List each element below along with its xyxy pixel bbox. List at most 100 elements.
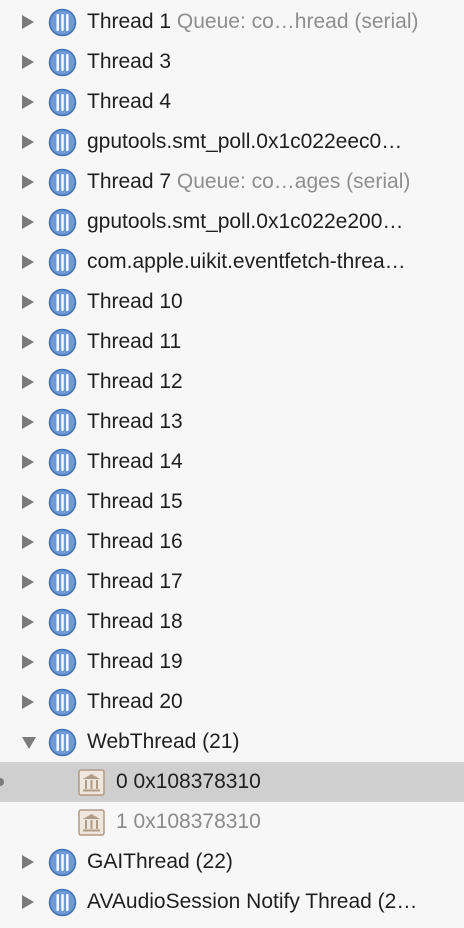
thread-name: Thread 4 [87, 90, 172, 113]
thread-name: gputools.smt_poll.0x1c022eec0… [87, 130, 403, 153]
disclosure-triangle-right-icon[interactable] [22, 255, 34, 269]
thread-row[interactable]: Thread 16 [0, 522, 464, 562]
disclosure-triangle-right-icon[interactable] [22, 175, 34, 189]
thread-label: Thread 3 [87, 42, 171, 82]
thread-icon [48, 328, 77, 357]
thread-label: Thread 17 [87, 562, 183, 602]
thread-icon [48, 848, 77, 877]
thread-label: GAIThread (22) [87, 842, 233, 882]
thread-label: Thread 14 [87, 442, 183, 482]
thread-row[interactable]: AVAudioSession Notify Thread (2… [0, 882, 464, 922]
thread-name: Thread 16 [87, 530, 183, 553]
thread-name: AVAudioSession Notify Thread (2… [87, 890, 418, 913]
thread-name: Thread 11 [87, 330, 182, 353]
thread-row[interactable]: gputools.smt_poll.0x1c022eec0… [0, 122, 464, 162]
thread-label: gputools.smt_poll.0x1c022e200… [87, 202, 403, 242]
thread-label: WebThread (21) [87, 722, 240, 762]
thread-name: Thread 10 [87, 290, 183, 313]
thread-name: Thread 15 [87, 490, 183, 513]
thread-icon [48, 888, 77, 917]
thread-label: Thread 20 [87, 682, 183, 722]
thread-icon [48, 368, 77, 397]
stack-frame-icon [78, 809, 105, 836]
thread-icon [48, 688, 77, 717]
disclosure-triangle-right-icon[interactable] [22, 15, 34, 29]
thread-icon [48, 8, 77, 37]
disclosure-triangle-right-icon[interactable] [22, 95, 34, 109]
disclosure-triangle-right-icon[interactable] [22, 495, 34, 509]
disclosure-triangle-right-icon[interactable] [22, 215, 34, 229]
thread-row[interactable]: Thread 11 [0, 322, 464, 362]
stack-frame-row[interactable]: 1 0x108378310 [0, 802, 464, 842]
thread-row[interactable]: gputools.smt_poll.0x1c022e200… [0, 202, 464, 242]
thread-label: Thread 7 Queue: co…ages (serial) [87, 162, 410, 202]
thread-row[interactable]: Thread 4 [0, 82, 464, 122]
disclosure-triangle-right-icon[interactable] [22, 695, 34, 709]
thread-label: Thread 19 [87, 642, 183, 682]
thread-icon [48, 208, 77, 237]
disclosure-triangle-right-icon[interactable] [22, 655, 34, 669]
thread-name: Thread 12 [87, 370, 183, 393]
thread-row[interactable]: Thread 7 Queue: co…ages (serial) [0, 162, 464, 202]
disclosure-triangle-right-icon[interactable] [22, 415, 34, 429]
disclosure-triangle-right-icon[interactable] [22, 335, 34, 349]
current-frame-marker [0, 778, 4, 786]
thread-icon [48, 648, 77, 677]
thread-row[interactable]: Thread 14 [0, 442, 464, 482]
thread-row[interactable]: Thread 15 [0, 482, 464, 522]
thread-row[interactable]: Thread 1 Queue: co…hread (serial) [0, 2, 464, 42]
disclosure-triangle-right-icon[interactable] [22, 55, 34, 69]
thread-name: Thread 14 [87, 450, 183, 473]
thread-icon [48, 288, 77, 317]
thread-label: com.apple.uikit.eventfetch-threa… [87, 242, 406, 282]
thread-name: Thread 7 [87, 170, 172, 193]
thread-queue-label: Queue: co…ages (serial) [176, 170, 411, 193]
thread-icon [48, 728, 77, 757]
disclosure-triangle-right-icon[interactable] [22, 295, 34, 309]
thread-name: Thread 17 [87, 570, 183, 593]
thread-icon [48, 128, 77, 157]
thread-label: Thread 1 Queue: co…hread (serial) [87, 2, 419, 42]
thread-name: Thread 19 [87, 650, 183, 673]
disclosure-triangle-right-icon[interactable] [22, 895, 34, 909]
thread-row[interactable]: Thread 12 [0, 362, 464, 402]
stack-frame-label: 0 0x108378310 [116, 770, 261, 793]
thread-name: GAIThread (22) [87, 850, 233, 873]
thread-name: com.apple.uikit.eventfetch-threa… [87, 250, 406, 273]
thread-row[interactable]: Thread 13 [0, 402, 464, 442]
thread-label: Thread 11 [87, 322, 181, 362]
thread-label: Thread 15 [87, 482, 183, 522]
thread-row[interactable]: Thread 17 [0, 562, 464, 602]
debug-navigator-thread-list: Thread 1 Queue: co…hread (serial) Thread … [0, 0, 464, 928]
disclosure-triangle-down-icon[interactable] [22, 737, 36, 749]
thread-name: Thread 1 [87, 10, 172, 33]
thread-row[interactable]: Thread 10 [0, 282, 464, 322]
thread-icon [48, 568, 77, 597]
thread-row[interactable]: Thread 3 [0, 42, 464, 82]
thread-row[interactable]: Thread 18 [0, 602, 464, 642]
thread-icon [48, 488, 77, 517]
thread-icon [48, 168, 77, 197]
thread-row[interactable]: Thread 19 [0, 642, 464, 682]
thread-queue-label: Queue: co…hread (serial) [176, 10, 419, 33]
thread-label: gputools.smt_poll.0x1c022eec0… [87, 122, 402, 162]
disclosure-triangle-right-icon[interactable] [22, 135, 34, 149]
thread-label: Thread 13 [87, 402, 183, 442]
thread-row[interactable]: Thread 20 [0, 682, 464, 722]
stack-frame-label: 1 0x108378310 [116, 810, 261, 833]
thread-row[interactable]: WebThread (21) [0, 722, 464, 762]
thread-label: Thread 18 [87, 602, 183, 642]
disclosure-triangle-right-icon[interactable] [22, 375, 34, 389]
stack-frame-row[interactable]: 0 0x108378310 [0, 762, 464, 802]
disclosure-triangle-right-icon[interactable] [22, 575, 34, 589]
disclosure-triangle-right-icon[interactable] [22, 455, 34, 469]
thread-label: Thread 12 [87, 362, 183, 402]
disclosure-triangle-right-icon[interactable] [22, 855, 34, 869]
thread-label: Thread 16 [87, 522, 183, 562]
thread-row[interactable]: com.apple.uikit.eventfetch-threa… [0, 242, 464, 282]
disclosure-triangle-right-icon[interactable] [22, 535, 34, 549]
thread-label: Thread 10 [87, 282, 183, 322]
thread-row[interactable]: GAIThread (22) [0, 842, 464, 882]
disclosure-triangle-right-icon[interactable] [22, 615, 34, 629]
thread-icon [48, 408, 77, 437]
